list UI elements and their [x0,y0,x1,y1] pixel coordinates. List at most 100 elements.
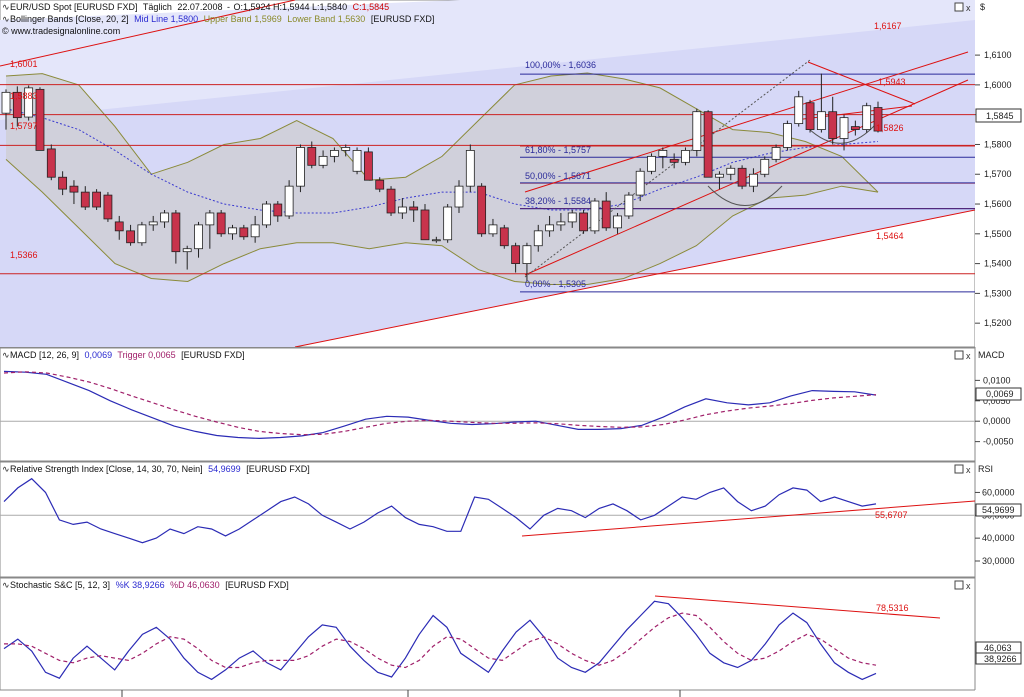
candle-up [397,206,407,214]
axis-unit-label: $ [980,2,985,12]
candle-down [828,111,838,139]
label-1-5464: 1,5464 [876,231,904,241]
candle-up [250,224,260,238]
label-level-1-5366: 1,5366 [10,250,38,260]
ohlc-label: O:1,5924 H:1,5944 L:1,5840 [233,2,347,12]
candle-up [443,206,453,241]
maximize-button[interactable] [954,2,964,12]
stochastic-axis[interactable]: 46,063 38,9266 [975,641,1022,665]
candle-down [126,230,135,244]
price-panel-buttons[interactable]: x [954,2,971,13]
candle-down [511,245,521,265]
candle-down [171,212,181,253]
candle-up [545,224,554,232]
price-tick-label: 1,5700 [984,169,1012,179]
candle-down [239,227,249,238]
rsi-tick-label: 40,0000 [982,533,1015,543]
last-price-label: 1,5845 [986,111,1014,121]
candle-up [137,224,147,244]
close-button[interactable]: x [966,3,971,13]
bollinger-wave-icon: ∿ [2,14,10,24]
macd-tick-label: 0,0000 [983,416,1011,426]
candle-up [635,170,645,196]
period-label: Täglich [143,2,172,12]
candle-down [669,158,679,163]
price-tick-label: 1,6100 [984,50,1012,60]
macd-wave-icon: ∿ [2,350,10,360]
candle-down [46,148,56,178]
candle-down [579,212,588,232]
candle-up [182,248,192,253]
fib-label-38-2: 38,20% - 1,5584 [525,196,591,206]
bollinger-suffix: [EURUSD FXD] [371,14,435,24]
candle-down [477,185,487,235]
stochastic-panel[interactable]: 78,5316 ∿ Stochastic S&C [5, 12, 3] %K 3… [0,577,976,691]
candle-up [352,150,362,172]
rsi-last-label: 54,9699 [982,505,1015,515]
candle-up [1,91,11,114]
macd-suffix: [EURUSD FXD] [181,350,245,360]
candle-up [749,173,758,187]
candle-up [341,147,351,151]
symbol-title: EUR/USD Spot [EURUSD FXD] [10,2,138,12]
label-1-5943: 1,5943 [878,77,906,87]
macd-close-button[interactable]: x [966,351,971,361]
stochastic-d-value: %D 46,0630 [170,580,220,590]
rsi-trendline-label: 55,6707 [875,510,908,520]
macd-maximize-button[interactable] [954,350,964,360]
candle-up [194,224,203,250]
candle-up [488,224,498,235]
rsi-suffix: [EURUSD FXD] [246,464,310,474]
candle-up [454,185,464,208]
fib-label-61-8: 61,80% - 1,5757 [525,145,591,155]
candle-up [760,158,770,175]
fib-label-50: 50,00% - 1,5671 [525,171,591,181]
label-level-1-6001: 1,6001 [10,59,38,69]
bollinger-title: Bollinger Bands [Close, 20, 2] [10,14,129,24]
label-level-1-5883: 1,5883 [10,91,38,101]
candle-down [375,179,385,190]
candle-up [783,123,792,148]
price-tick-label: 1,5200 [984,318,1012,328]
candle-down [80,191,90,208]
candle-down [363,151,373,181]
stochastic-trendline-label: 78,5316 [876,603,909,613]
rsi-close-button[interactable]: x [966,465,971,475]
candle-up [658,150,668,157]
price-tick-label: 1,5300 [984,288,1012,298]
macd-axis[interactable]: MACD 0,01000,00500,0000-0,0050 0,0069 [975,350,1022,447]
rsi-tick-label: 60,0000 [982,487,1015,497]
price-tick-label: 1,5400 [984,259,1012,269]
macd-tick-label: -0,0050 [983,437,1014,447]
candle-up [590,200,600,232]
price-panel[interactable]: 1,6167 1,5943 1,5826 1,5464 1,6001 1,588… [0,0,976,348]
macd-title: MACD [12, 26, 9] [10,350,79,360]
bollinger-upper-label: Upper Band 1,5969 [204,14,282,24]
rsi-wave-icon: ∿ [2,464,10,474]
stochastic-d-axis-label: 46,063 [984,643,1012,653]
candle-up [816,111,826,130]
time-axis[interactable] [0,689,1024,697]
rsi-tick-label: 30,0000 [982,556,1015,566]
candle-up [794,96,804,125]
candle-up [533,230,543,247]
rsi-maximize-button[interactable] [954,464,964,474]
candle-up [862,105,872,130]
price-axis[interactable]: $ 1,61001,60001,59001,58001,57001,56001,… [975,0,1024,347]
stochastic-maximize-button[interactable] [954,580,964,590]
macd-trigger-value: Trigger 0,0065 [117,350,175,360]
rsi-panel[interactable]: 55,6707 ∿ Relative Strength Index [Close… [0,461,976,578]
macd-last-label: 0,0069 [986,389,1014,399]
stochastic-close-button[interactable]: x [966,581,971,591]
fib-label-100: 100,00% - 1,6036 [525,60,596,70]
rsi-axis[interactable]: RSI 60,000050,000040,000030,0000 54,9699 [975,464,1022,566]
fib-label-0: 0,00% - 1,5305 [525,279,586,289]
macd-panel[interactable]: ∿ MACD [12, 26, 9] 0,0069 Trigger 0,0065… [0,347,976,462]
candle-up [465,150,475,187]
bollinger-mid-label: Mid Line 1,5800 [134,14,198,24]
label-1-5826: 1,5826 [876,123,904,133]
price-tick-label: 1,5800 [984,139,1012,149]
candle-down [409,206,419,211]
svg-text:EUR/USD Spot [EURUSD FXD]: EUR/USD Spot [EURUSD FXD] Täglich 22.07.… [10,2,389,12]
candle-down [69,185,79,193]
